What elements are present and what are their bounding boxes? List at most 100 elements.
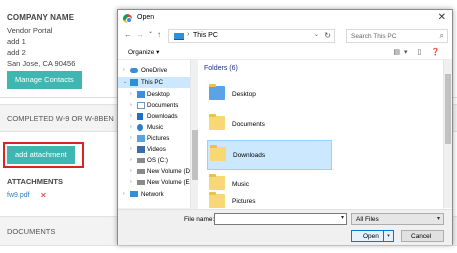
pictures-icon [137, 135, 145, 142]
forward-arrow-icon[interactable]: → [136, 30, 144, 39]
dialog-footer: File name: ▾ All Files ▾ Open ▾ Cancel [118, 209, 452, 245]
downloads-folder-icon [210, 145, 226, 161]
nav-item-videos[interactable]: › Videos [118, 144, 190, 155]
nav-item-os-c[interactable]: › OS (C:) [118, 155, 190, 166]
music-icon [137, 124, 143, 131]
expand-arrow-icon: › [130, 124, 132, 130]
network-icon [130, 191, 138, 197]
dialog-titlebar[interactable]: Open ✕ [118, 10, 452, 27]
expand-arrow-icon: › [130, 113, 132, 119]
file-name-input[interactable]: ▾ [214, 213, 347, 225]
folders-group-heading[interactable]: Folders (6) [204, 65, 238, 72]
company-name-line: Vendor Portal [7, 26, 53, 35]
dialog-navbar: ← → ⌄ ↑ › This PC ⌄ ↻ Search This PC ⌕ [118, 27, 452, 46]
folder-label: Pictures [232, 198, 256, 205]
address-line-2: add 2 [7, 48, 26, 57]
expand-arrow-icon: › [130, 168, 132, 174]
documents-icon [137, 102, 145, 109]
address-line-1: add 1 [7, 37, 26, 46]
recent-locations-icon[interactable]: ⌄ [148, 28, 153, 35]
videos-icon [137, 146, 145, 153]
expand-arrow-icon: › [130, 146, 132, 152]
expand-arrow-icon: › [130, 102, 132, 108]
address-bar[interactable]: › This PC ⌄ ↻ [168, 29, 335, 43]
drive-icon [137, 180, 145, 185]
desktop-icon [137, 91, 145, 98]
nav-label: OS (C:) [147, 157, 168, 164]
folder-content-area: Folders (6) Desktop Documents Downloads … [198, 60, 452, 208]
downloads-icon [137, 113, 143, 120]
nav-item-desktop[interactable]: › Desktop [118, 89, 190, 100]
nav-label: New Volume (E:) [147, 179, 194, 186]
back-arrow-icon[interactable]: ← [124, 30, 132, 39]
drive-icon [137, 169, 145, 174]
documents-heading: DOCUMENTS [7, 227, 56, 236]
nav-item-this-pc[interactable]: ⌄ This PC [118, 77, 190, 88]
desktop-folder-icon [209, 84, 225, 100]
up-arrow-icon[interactable]: ↑ [157, 30, 161, 39]
nav-label: OneDrive [141, 67, 168, 74]
dialog-title: Open [137, 14, 155, 21]
expand-arrow-icon: › [123, 67, 125, 73]
nav-item-network[interactable]: › Network [118, 189, 190, 200]
remove-attachment-icon[interactable]: ✕ [40, 191, 47, 200]
content-scrollbar[interactable] [443, 60, 452, 208]
nav-label: Documents [147, 102, 179, 109]
nav-item-downloads[interactable]: › Downloads [118, 111, 190, 122]
folder-label: Music [232, 181, 249, 188]
nav-item-documents[interactable]: › Documents [118, 100, 190, 111]
cancel-button[interactable]: Cancel [401, 230, 444, 242]
navigation-pane: › OneDrive ⌄ This PC › Desktop › Documen… [118, 60, 198, 208]
refresh-icon[interactable]: ↻ [324, 31, 331, 40]
chevron-down-icon[interactable]: ▾ [341, 214, 344, 221]
city-state-zip: San Jose, CA 90456 [7, 59, 76, 68]
computer-icon [174, 33, 184, 40]
nav-item-music[interactable]: › Music [118, 122, 190, 133]
file-type-select[interactable]: All Files ▾ [351, 213, 444, 225]
nav-pane-scrollbar[interactable] [190, 60, 198, 208]
cancel-button-label: Cancel [411, 233, 432, 240]
attachments-heading: ATTACHMENTS [7, 177, 63, 186]
nav-item-pictures[interactable]: › Pictures [118, 133, 190, 144]
collapse-arrow-icon: ⌄ [123, 79, 128, 85]
documents-folder-icon [209, 114, 225, 130]
address-location[interactable]: This PC [193, 32, 218, 39]
nav-label: Network [141, 191, 164, 198]
organize-menu[interactable]: Organize ▾ [128, 48, 159, 56]
open-file-dialog: Open ✕ ← → ⌄ ↑ › This PC ⌄ ↻ Search This… [117, 9, 453, 245]
view-options-icons[interactable]: ▤▾ ▯ ❓ [393, 48, 444, 56]
nav-label: Videos [147, 146, 166, 153]
add-attachment-button[interactable]: add attachment [7, 146, 75, 164]
close-icon[interactable]: ✕ [438, 12, 446, 23]
dialog-toolbar: Organize ▾ ▤▾ ▯ ❓ [118, 46, 452, 60]
cloud-icon [130, 68, 138, 73]
folder-documents[interactable]: Documents [207, 110, 332, 140]
file-name-label: File name: [184, 216, 215, 223]
computer-icon [130, 79, 138, 86]
breadcrumb-separator-icon: › [187, 31, 190, 38]
scrollbar-thumb[interactable] [445, 74, 451, 144]
nav-item-new-volume-e[interactable]: › New Volume (E:) [118, 177, 194, 188]
folder-label: Documents [232, 121, 265, 128]
w9-heading: COMPLETED W-9 OR W-8BEN [7, 114, 114, 123]
expand-arrow-icon: › [130, 135, 132, 141]
nav-label: Downloads [147, 113, 178, 120]
open-button[interactable]: Open ▾ [351, 230, 394, 242]
folder-desktop[interactable]: Desktop [207, 80, 332, 110]
nav-item-onedrive[interactable]: › OneDrive [118, 65, 190, 76]
folder-downloads[interactable]: Downloads [207, 140, 332, 170]
chrome-icon [123, 14, 132, 23]
search-box[interactable]: Search This PC ⌕ [346, 29, 448, 43]
manage-contacts-button[interactable]: Manage Contacts [7, 71, 82, 89]
open-options-chevron-icon[interactable]: ▾ [383, 231, 393, 241]
nav-label: This PC [141, 79, 164, 86]
open-button-label: Open [363, 233, 379, 240]
music-folder-icon [209, 174, 225, 190]
nav-label: New Volume (D:) [147, 168, 194, 175]
address-dropdown-icon[interactable]: ⌄ [314, 31, 319, 38]
folder-pictures[interactable]: Pictures [207, 192, 332, 208]
file-type-value: All Files [356, 216, 379, 223]
nav-item-new-volume-d[interactable]: › New Volume (D:) [118, 166, 194, 177]
attachment-file-link[interactable]: fw9.pdf [7, 192, 30, 199]
nav-label: Desktop [147, 91, 170, 98]
